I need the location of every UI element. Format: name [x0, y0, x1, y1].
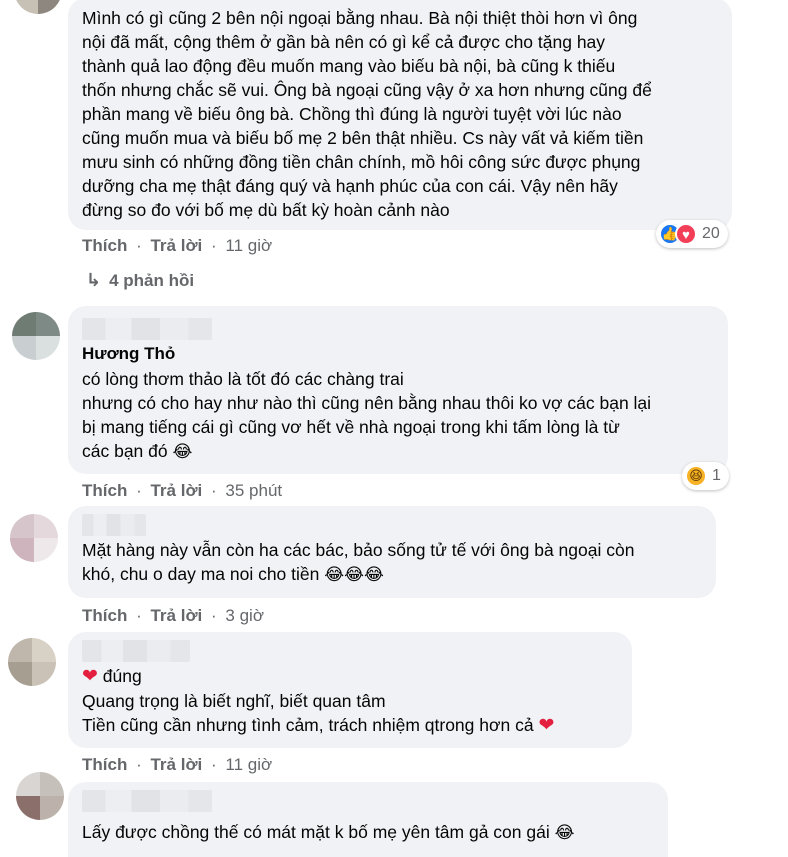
comment-author[interactable]: Hương Thỏ [82, 342, 714, 366]
timestamp[interactable]: 35 phút [225, 481, 282, 500]
heart-icon: ❤ [82, 666, 98, 687]
comment-text: thốn nhưng chắc sẽ vui. Ông bà ngoại cũn… [82, 80, 652, 100]
separator: · [211, 481, 217, 500]
blurred-username [82, 640, 190, 662]
blurred-username [82, 318, 212, 340]
comment-text: có lòng thơm thảo là tốt đó các chàng tr… [82, 369, 404, 389]
laughing-face-icon: 😂 [554, 823, 575, 842]
timestamp[interactable]: 11 giờ [225, 236, 272, 255]
heart-icon: ♥ [675, 223, 697, 245]
laughing-face-icon: 😂 [172, 442, 193, 461]
comment-text: cũng muốn mua và biếu bố mẹ 2 bên thật n… [82, 128, 644, 148]
like-button[interactable]: Thích [82, 606, 127, 625]
comment-bubble: Lấy được chồng thế có mát mặt k bố mẹ yê… [68, 782, 668, 857]
comment-text: phần mang về biếu ông bà. Chồng thì đúng… [82, 104, 622, 124]
comment-text: Lấy được chồng thế có mát mặt k bố mẹ yê… [82, 822, 550, 842]
comment-bubble: ❤ đúng Quang trọng là biết nghĩ, biết qu… [68, 632, 632, 748]
reply-button[interactable]: Trả lời [150, 236, 202, 255]
laughing-face-icon: 😂😂😂 [324, 565, 384, 584]
separator: · [211, 236, 217, 255]
like-button[interactable]: Thích [82, 755, 127, 774]
heart-icon: ❤ [538, 715, 555, 736]
separator: · [136, 755, 142, 774]
comment-text: đúng [102, 666, 142, 686]
separator: · [136, 606, 142, 625]
avatar[interactable] [8, 638, 56, 686]
separator: · [211, 755, 217, 774]
blurred-username [82, 514, 146, 536]
reaction-summary[interactable]: 😆 1 [682, 462, 729, 490]
replies-count-label: 4 phản hồi [109, 271, 195, 290]
comment-actions: Thích · Trả lời · 11 giờ [82, 755, 272, 775]
comment-bubble: Mặt hàng này vẫn còn ha các bác, bảo sốn… [68, 506, 716, 598]
like-button[interactable]: Thích [82, 481, 127, 500]
comment-text: Mặt hàng này vẫn còn ha các bác, bảo sốn… [82, 540, 635, 560]
reaction-count: 20 [702, 225, 720, 242]
comment-text: nhưng có cho hay như nào thì cũng nên bằ… [82, 393, 652, 413]
reply-button[interactable]: Trả lời [150, 481, 202, 500]
comment-bubble: Hương Thỏ có lòng thơm thảo là tốt đó cá… [68, 306, 728, 474]
comment-text: Tiền cũng cần nhưng tình cảm, trách nhiệ… [82, 715, 534, 735]
reaction-count: 1 [712, 467, 721, 484]
comment-text: dưỡng cha mẹ thật đáng quý và hạnh phúc … [82, 176, 618, 196]
comment-text: khó, chu o day ma noi cho tiền [82, 564, 320, 584]
comment-text: Mình có gì cũng 2 bên nội ngoại bằng nha… [82, 8, 638, 28]
reply-arrow-icon: ↳ [86, 270, 102, 290]
comment-actions: Thích · Trả lời · 3 giờ [82, 606, 264, 626]
comment-bubble: Mình có gì cũng 2 bên nội ngoại bằng nha… [68, 0, 732, 230]
separator: · [211, 606, 217, 625]
comment-text: thành quả lao động đều muốn mang vào biế… [82, 56, 616, 76]
comment-text: nội đã mất, cộng thêm ở gần bà nên có gì… [82, 32, 606, 52]
comment-thread: Mình có gì cũng 2 bên nội ngoại bằng nha… [0, 0, 788, 857]
comment-text: các bạn đó [82, 441, 168, 461]
blurred-username [82, 790, 212, 812]
comment-text: đừng so đo với bố mẹ dù bất kỳ hoàn cảnh… [82, 200, 450, 220]
comment-actions: Thích · Trả lời · 11 giờ [82, 236, 272, 256]
comment-actions: Thích · Trả lời · 35 phút [82, 481, 282, 501]
separator: · [136, 481, 142, 500]
separator: · [136, 236, 142, 255]
avatar[interactable] [16, 772, 64, 820]
reaction-summary[interactable]: 👍 ♥ 20 [656, 220, 728, 248]
comment-text: mưu sinh có những đồng tiền chân chính, … [82, 152, 641, 172]
view-replies-link[interactable]: ↳ 4 phản hồi [86, 270, 194, 291]
avatar[interactable] [10, 514, 58, 562]
comment-text: Quang trọng là biết nghĩ, biết quan tâm [82, 691, 386, 711]
laughing-face-icon: 😆 [685, 465, 707, 487]
reply-button[interactable]: Trả lời [150, 755, 202, 774]
timestamp[interactable]: 3 giờ [225, 606, 264, 625]
avatar[interactable] [14, 0, 62, 14]
reply-button[interactable]: Trả lời [150, 606, 202, 625]
timestamp[interactable]: 11 giờ [225, 755, 272, 774]
comment-text: bị mang tiếng cái gì cũng vơ hết về nhà … [82, 417, 620, 437]
avatar[interactable] [12, 312, 60, 360]
like-button[interactable]: Thích [82, 236, 127, 255]
